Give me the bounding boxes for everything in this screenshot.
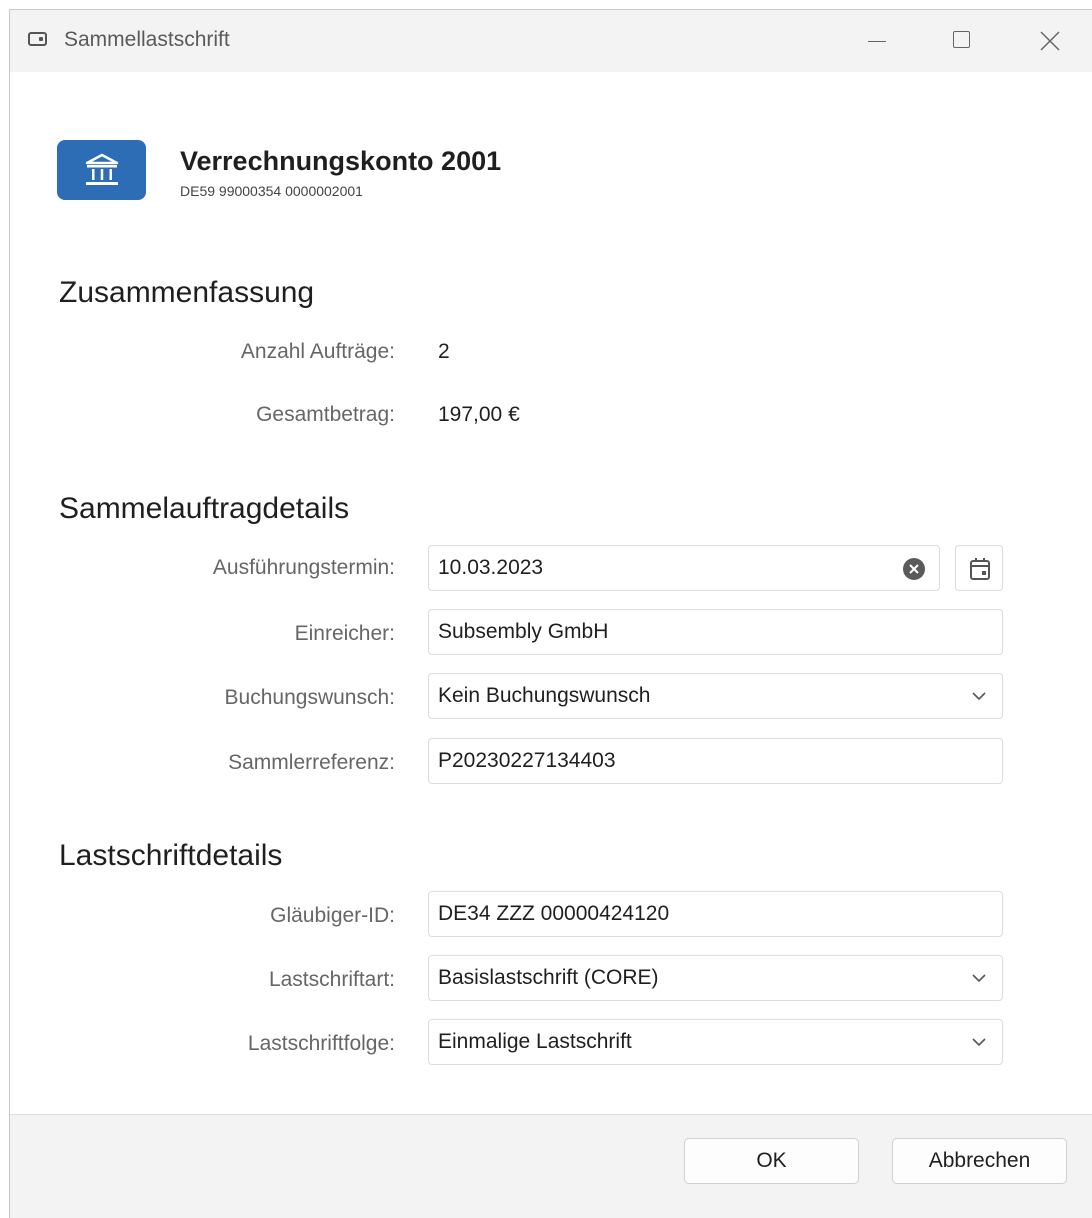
window-title: Sammellastschrift	[64, 28, 230, 51]
debit-type-select[interactable]: Basislastschrift (CORE)	[428, 955, 1003, 1001]
chevron-down-icon	[972, 692, 986, 701]
creditor-id-input[interactable]: DE34 ZZZ 00000424120	[428, 891, 1003, 937]
chevron-down-icon	[972, 974, 986, 983]
execution-date-field[interactable]: 10.03.2023	[428, 545, 940, 591]
count-label: Anzahl Aufträge:	[240, 340, 395, 363]
title-bar[interactable]: Sammellastschrift	[10, 10, 1092, 72]
debit-type-value: Basislastschrift (CORE)	[438, 966, 659, 989]
sequence-label: Lastschriftfolge:	[247, 1032, 395, 1055]
account-iban: DE59 99000354 0000002001	[180, 183, 363, 199]
app-window-icon	[28, 32, 47, 46]
creditor-label: Gläubiger-ID:	[270, 904, 395, 927]
account-name: Verrechnungskonto 2001	[180, 146, 502, 176]
batch-heading: Sammelauftragdetails	[59, 492, 350, 525]
execution-date-value: 10.03.2023	[438, 556, 544, 579]
cancel-button[interactable]: Abbrechen	[892, 1138, 1067, 1184]
calendar-icon[interactable]	[955, 545, 1003, 591]
total-label: Gesamtbetrag:	[256, 403, 395, 426]
reference-input[interactable]: P20230227134403	[428, 738, 1003, 784]
clear-icon[interactable]	[903, 558, 925, 580]
bank-icon	[57, 140, 146, 200]
dialog-window: Sammellastschrift Verrechnungskonto 2001…	[9, 9, 1092, 1218]
count-value: 2	[438, 340, 450, 363]
creditor-value: DE34 ZZZ 00000424120	[438, 902, 670, 925]
submitter-input[interactable]: Subsembly GmbH	[428, 609, 1003, 655]
submitter-value: Subsembly GmbH	[438, 620, 609, 643]
submitter-label: Einreicher:	[294, 622, 395, 645]
booking-label: Buchungswunsch:	[224, 686, 395, 709]
ok-button[interactable]: OK	[684, 1138, 859, 1184]
debit-sequence-value: Einmalige Lastschrift	[438, 1030, 632, 1053]
debit-heading: Lastschriftdetails	[59, 839, 283, 872]
debit-sequence-select[interactable]: Einmalige Lastschrift	[428, 1019, 1003, 1065]
chevron-down-icon	[972, 1038, 986, 1047]
type-label: Lastschriftart:	[268, 968, 395, 991]
summary-heading: Zusammenfassung	[59, 276, 315, 309]
booking-value: Kein Buchungswunsch	[438, 684, 651, 707]
maximize-icon[interactable]	[942, 24, 982, 58]
close-icon[interactable]	[1030, 24, 1070, 58]
reference-value: P20230227134403	[438, 749, 616, 772]
date-label: Ausführungstermin:	[212, 556, 395, 579]
total-value: 197,00 €	[438, 403, 520, 426]
minimize-icon[interactable]	[858, 24, 898, 58]
booking-select[interactable]: Kein Buchungswunsch	[428, 673, 1003, 719]
reference-label: Sammlerreferenz:	[228, 751, 395, 774]
